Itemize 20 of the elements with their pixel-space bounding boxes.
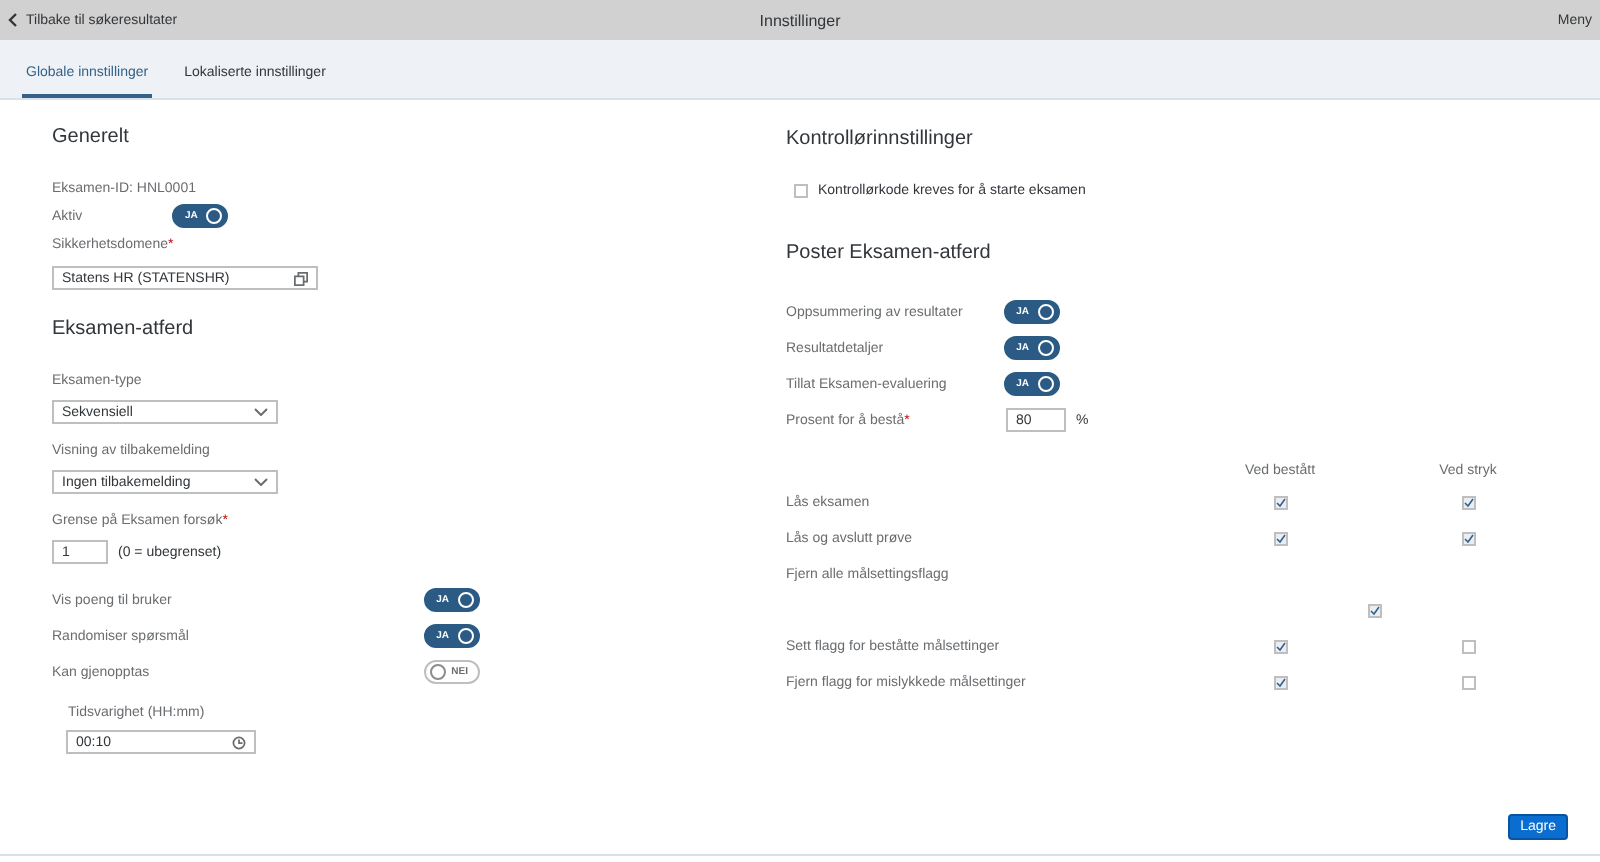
checkbox[interactable] bbox=[1461, 495, 1475, 509]
checkbox[interactable] bbox=[1461, 531, 1475, 545]
checkbox[interactable] bbox=[1273, 531, 1287, 545]
checkbox[interactable] bbox=[1273, 495, 1287, 509]
page-title: Innstillinger bbox=[759, 11, 841, 29]
clock-icon bbox=[232, 735, 246, 749]
chevron-down-icon bbox=[254, 478, 268, 486]
checkbox[interactable] bbox=[1273, 675, 1287, 689]
section-heading: Generelt bbox=[52, 126, 129, 148]
section-heading: Poster Eksamen-atferd bbox=[786, 242, 991, 264]
checkbox[interactable] bbox=[794, 184, 808, 198]
checkbox[interactable] bbox=[1367, 603, 1381, 617]
back-icon bbox=[8, 12, 18, 28]
checkbox[interactable] bbox=[1461, 675, 1475, 689]
checkbox[interactable] bbox=[1461, 639, 1475, 653]
checkbox[interactable] bbox=[1273, 639, 1287, 653]
section-heading: Kontrollørinnstillinger bbox=[786, 128, 973, 150]
chevron-down-icon bbox=[254, 408, 268, 416]
section-heading: Eksamen-atferd bbox=[52, 318, 194, 340]
value-help-icon bbox=[294, 271, 308, 285]
